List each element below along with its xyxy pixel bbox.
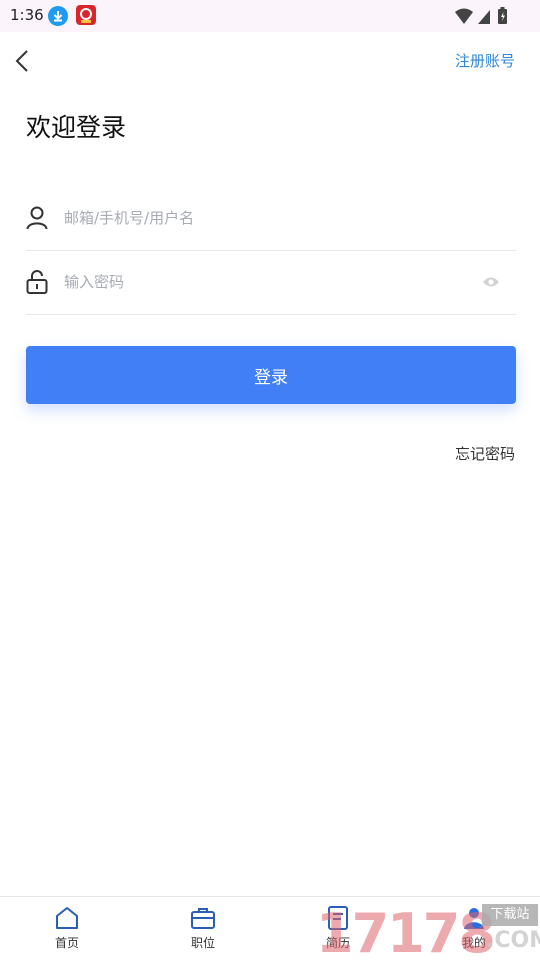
nav-item-jobs[interactable]: 职位 bbox=[163, 905, 243, 955]
back-button[interactable] bbox=[12, 46, 36, 76]
login-button[interactable]: 登录 bbox=[26, 346, 516, 404]
battery-icon bbox=[498, 7, 507, 24]
user-icon bbox=[26, 206, 48, 230]
briefcase-icon bbox=[191, 908, 215, 929]
nav-label-resume: 简历 bbox=[325, 936, 350, 950]
status-icons bbox=[454, 6, 510, 30]
wifi-icon bbox=[455, 8, 473, 24]
eye-icon[interactable] bbox=[482, 274, 500, 288]
lock-icon bbox=[26, 270, 48, 294]
nav-label-profile: 我的 bbox=[461, 936, 486, 950]
app-notification-icon bbox=[76, 5, 96, 25]
account-input[interactable] bbox=[64, 206, 464, 230]
page-title: 欢迎登录 bbox=[26, 113, 127, 142]
bottom-nav: 首页 职位 简历 我的 bbox=[0, 896, 540, 961]
chevron-left-icon bbox=[15, 50, 28, 72]
home-icon bbox=[56, 907, 78, 929]
account-field bbox=[26, 186, 516, 251]
nav-label-home: 首页 bbox=[54, 936, 79, 950]
nav-item-resume[interactable]: 简历 bbox=[298, 905, 378, 955]
status-time: 1:36 bbox=[10, 6, 44, 24]
password-field bbox=[26, 250, 516, 315]
signal-icon bbox=[478, 10, 490, 24]
password-input[interactable] bbox=[64, 270, 464, 294]
register-account-link[interactable]: 注册账号 bbox=[455, 50, 515, 71]
download-notification-icon bbox=[48, 6, 68, 26]
forgot-password-link[interactable]: 忘记密码 bbox=[455, 443, 515, 464]
resume-icon bbox=[328, 906, 348, 930]
nav-label-jobs: 职位 bbox=[190, 936, 215, 950]
nav-item-profile[interactable]: 我的 bbox=[434, 905, 514, 955]
nav-item-home[interactable]: 首页 bbox=[27, 905, 107, 955]
profile-icon bbox=[464, 908, 484, 929]
status-bar: 1:36 bbox=[0, 0, 540, 32]
